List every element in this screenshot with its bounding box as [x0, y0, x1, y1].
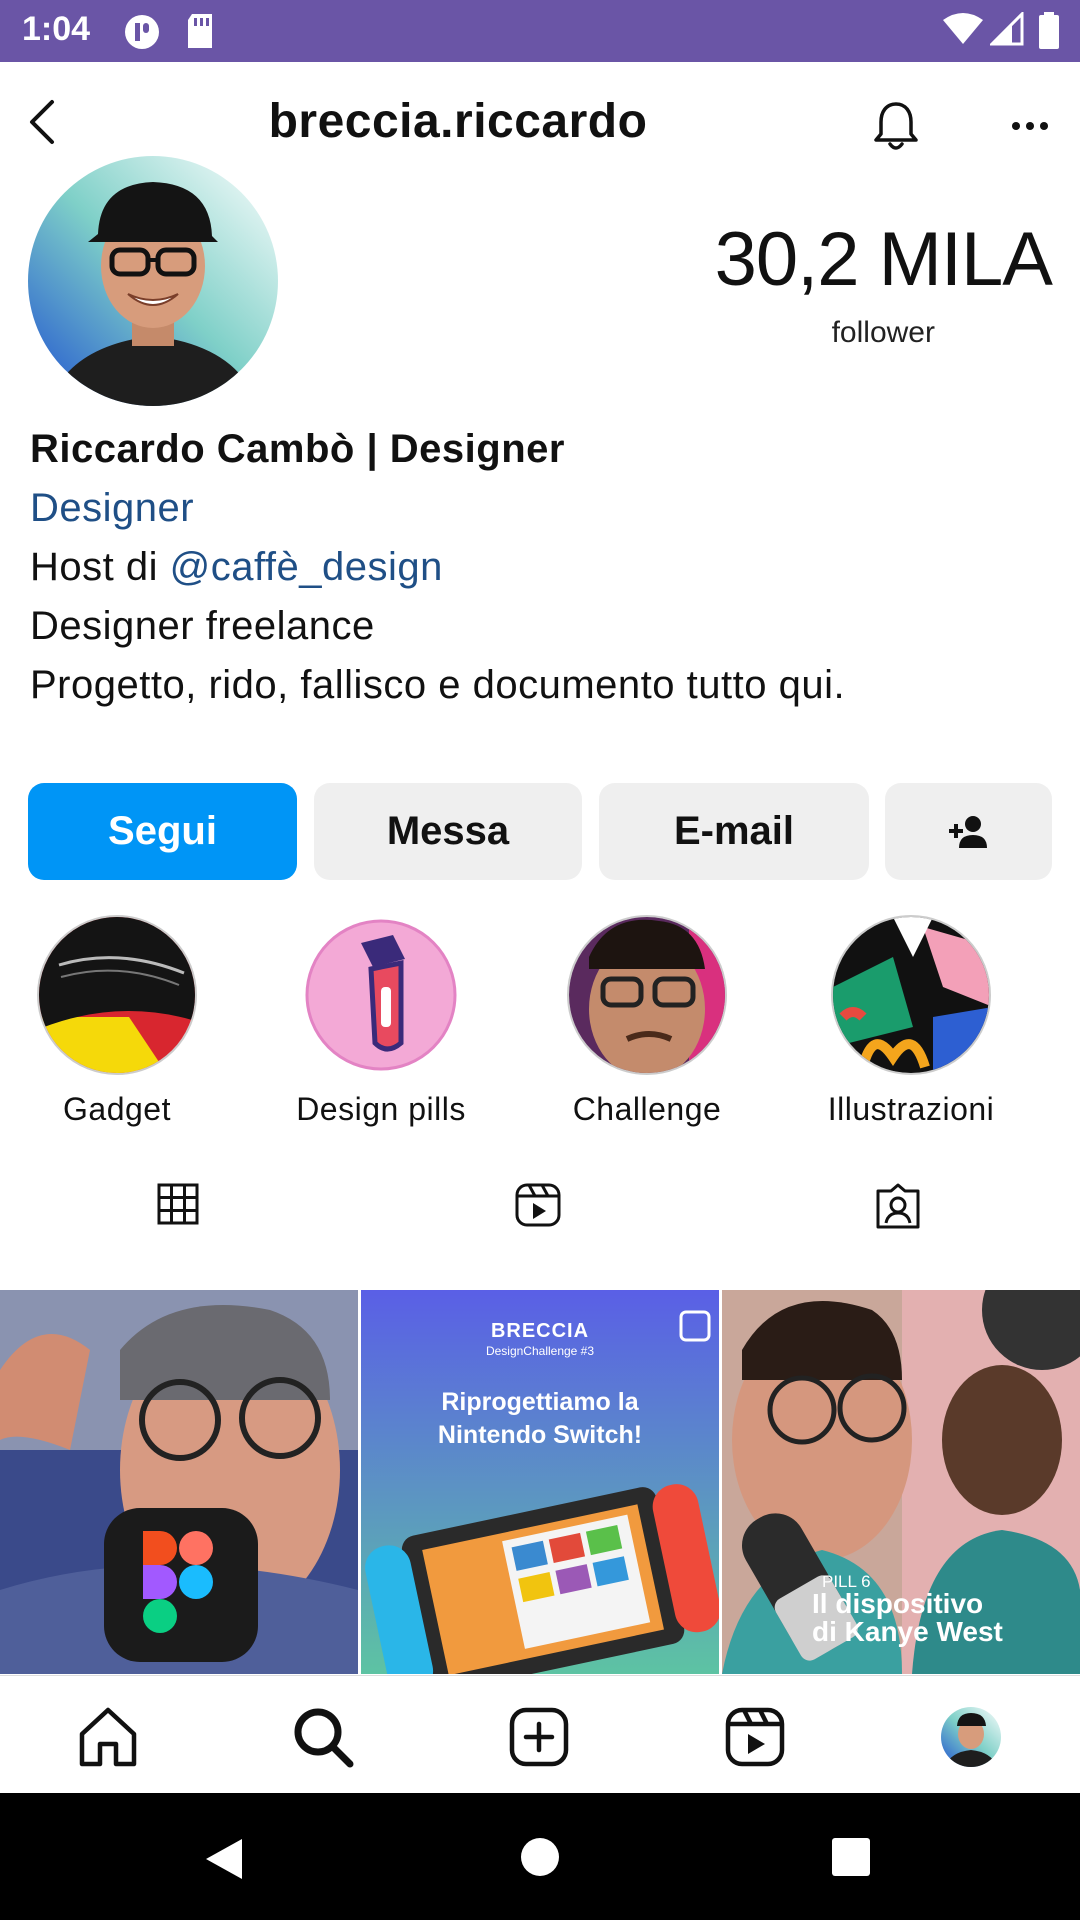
post-headline-line-2: di Kanye West	[812, 1616, 1003, 1647]
highlight-cover	[37, 915, 197, 1075]
highlight-challenge[interactable]: Challenge	[557, 915, 737, 1128]
post-brand: BRECCIA	[490, 1320, 590, 1342]
highlight-label: Illustrazioni	[827, 1091, 995, 1127]
highlight-cover	[567, 915, 727, 1075]
post-headline: Il dispositivo di Kanye West	[812, 1590, 1072, 1646]
suggest-users-button[interactable]	[885, 783, 1052, 880]
message-button[interactable]: Messa	[314, 783, 582, 880]
highlight-cover	[831, 915, 991, 1075]
highlight-label: Challenge	[572, 1091, 722, 1127]
post-headline: Riprogettiamo la Nintendo Switch!	[361, 1386, 719, 1452]
profile-bio: Riccardo Cambò | Designer Designer Host …	[30, 420, 1050, 715]
more-options-icon[interactable]	[1010, 120, 1050, 132]
status-bar: 1:04	[0, 0, 1080, 62]
search-icon[interactable]	[292, 1706, 354, 1768]
post-headline-line-2: Nintendo Switch!	[437, 1421, 643, 1449]
email-button[interactable]: E-mail	[599, 783, 869, 880]
notification-icon	[125, 15, 159, 49]
highlight-design-pills[interactable]: Design pills	[291, 915, 471, 1128]
reels-tab-icon[interactable]	[515, 1183, 561, 1227]
profile-name: Riccardo Cambò | Designer	[30, 427, 565, 471]
highlight-gadget[interactable]: Gadget	[27, 915, 207, 1128]
post-thumbnail-1[interactable]	[0, 1290, 358, 1674]
bio-mention-link[interactable]: @caffè_design	[170, 545, 443, 589]
highlight-cover	[301, 915, 461, 1075]
signal-icon	[990, 12, 1024, 46]
system-home-icon[interactable]	[520, 1837, 560, 1877]
follow-button[interactable]: Segui	[28, 783, 297, 880]
system-navigation-bar	[0, 1793, 1080, 1920]
bio-host-prefix: Host di	[30, 545, 170, 589]
post-thumbnail-2[interactable]: BRECCIA DesignChallenge #3 Riprogettiamo…	[361, 1290, 719, 1674]
sd-card-icon	[188, 14, 212, 48]
tagged-tab-icon[interactable]	[876, 1183, 920, 1229]
post-headline-line-1: Il dispositivo	[812, 1588, 984, 1619]
add-person-icon	[948, 815, 987, 848]
bell-icon[interactable]	[868, 98, 924, 154]
highlight-label: Gadget	[63, 1091, 171, 1127]
profile-avatar-icon[interactable]	[940, 1706, 1002, 1768]
profile-username: breccia.riccardo	[268, 95, 648, 148]
post-thumbnail-3[interactable]: PILL 6 Il dispositivo di Kanye West	[722, 1290, 1080, 1674]
followers-count: 30,2 MILA	[714, 217, 1053, 302]
reels-icon[interactable]	[724, 1706, 786, 1768]
status-time: 1:04	[22, 10, 91, 48]
bio-line-2: Designer freelance	[30, 604, 375, 648]
wifi-icon	[943, 13, 983, 44]
post-headline-line-1: Riprogettiamo la	[441, 1388, 639, 1416]
profile-avatar[interactable]	[28, 156, 278, 406]
create-post-icon[interactable]	[508, 1706, 570, 1768]
highlight-label: Design pills	[296, 1091, 466, 1127]
home-icon[interactable]	[76, 1706, 140, 1768]
followers-stat[interactable]: 30,2 MILA follower	[714, 217, 1053, 350]
profile-category[interactable]: Designer	[30, 479, 1050, 538]
bottom-navigation	[0, 1675, 1080, 1794]
bio-host-line: Host di @caffè_design	[30, 538, 1050, 597]
grid-tab-icon[interactable]	[157, 1183, 199, 1225]
followers-label: follower	[831, 316, 935, 349]
highlight-illustrazioni[interactable]: Illustrazioni	[821, 915, 1001, 1128]
system-back-icon[interactable]	[204, 1837, 244, 1881]
battery-icon	[1039, 12, 1059, 49]
bio-line-3: Progetto, rido, fallisco e documento tut…	[30, 663, 846, 707]
system-recents-icon[interactable]	[831, 1837, 871, 1877]
post-subtitle: DesignChallenge #3	[485, 1344, 595, 1358]
